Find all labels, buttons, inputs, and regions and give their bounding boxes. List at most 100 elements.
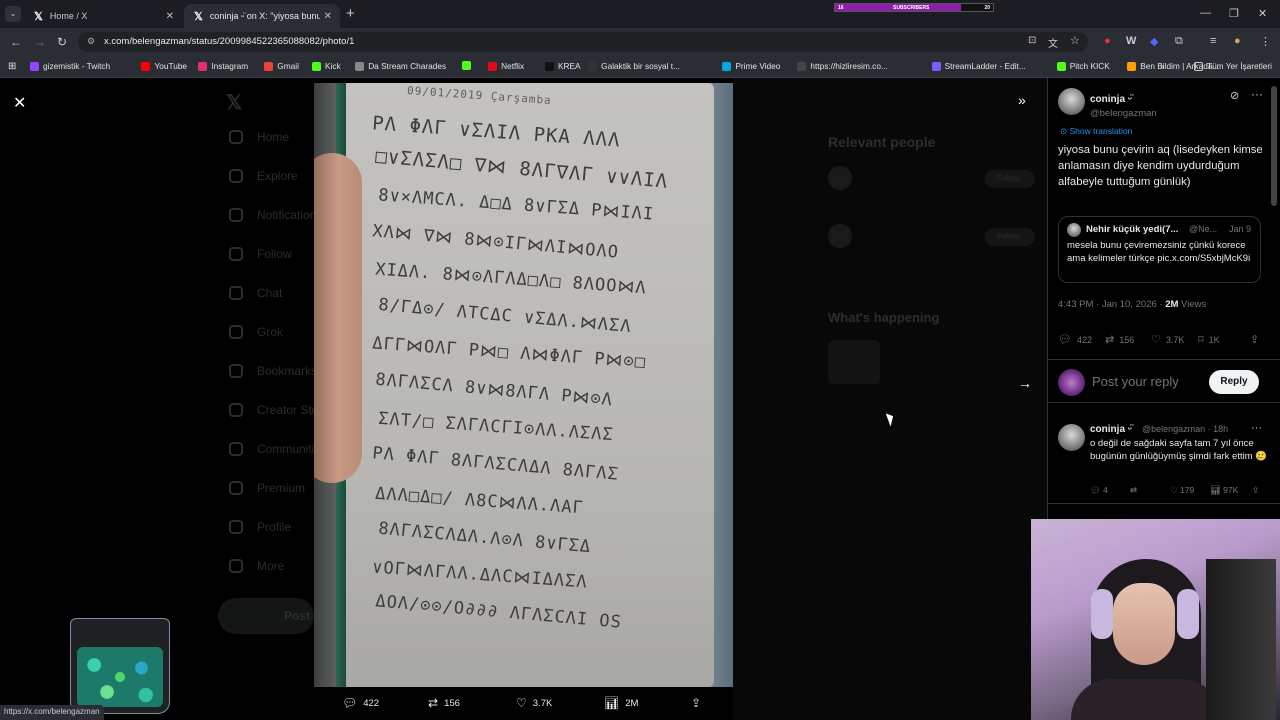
tweet-timestamp[interactable]: 4:43 PM · Jan 10, 2026 ·: [1058, 299, 1165, 310]
install-icon[interactable]: ⊡: [1028, 35, 1036, 46]
background-nav-item: Notifications: [229, 208, 322, 222]
netflix-icon: [488, 61, 498, 71]
bookmark-button[interactable]: ⌑ 1K: [1198, 333, 1220, 346]
reply-count: 422: [363, 697, 380, 709]
panel-scrollbar[interactable]: [1271, 86, 1277, 206]
tab-current-post[interactable]: 𝕏 coninja ᵕ̈ on X: "yiyosa bunu ç ✕: [184, 4, 340, 28]
bookmark-label: Netflix: [501, 61, 525, 71]
zk-icon: [588, 61, 598, 71]
bookmark-item[interactable]: https://hizliresim.co...: [797, 61, 888, 71]
translate-icon[interactable]: 文: [1048, 35, 1058, 50]
mask-icon: [355, 61, 365, 71]
gmail-icon: [264, 61, 274, 71]
photo-reply-button[interactable]: 💬︎ 422: [342, 696, 379, 710]
extension-blue-icon[interactable]: ◆: [1150, 35, 1158, 48]
profile-avatar-icon[interactable]: ●: [1234, 35, 1241, 47]
handwritten-line: 8∨×ΛΜCΛ. Δ□Δ 8∨ΓΣΔ Ρ⋈ΙΛΙ: [377, 185, 655, 225]
repost-icon: ⇄: [428, 696, 439, 710]
like-button[interactable]: ♡ 3.7K: [1151, 333, 1184, 346]
kick-icon: [1056, 61, 1066, 71]
reply-views-button[interactable]: 📊︎ 97K: [1210, 485, 1238, 496]
reply-input[interactable]: Post your reply: [1092, 374, 1179, 389]
bookmark-item[interactable]: Da Stream Charades: [355, 61, 446, 71]
reply-author-name[interactable]: coninja ᵕ̈: [1090, 424, 1132, 435]
media-icon[interactable]: ≡: [1210, 35, 1216, 47]
all-bookmarks-folder[interactable]: Tüm Yer İşaretleri: [1194, 61, 1272, 71]
bookmark-star-icon[interactable]: ☆: [1070, 34, 1080, 47]
reload-icon[interactable]: ↻: [57, 35, 67, 49]
quote-avatar: [1067, 223, 1081, 237]
bookmark-label: gizemistik - Twitch: [43, 61, 111, 71]
photo-share-button[interactable]: ⇪: [691, 696, 701, 710]
gaming-chair: [1206, 559, 1276, 720]
reply-tweet[interactable]: coninja ᵕ̈ @belengazman · 18h ··· o deği…: [1048, 414, 1280, 504]
close-icon[interactable]: ✕: [13, 93, 26, 113]
show-translation-link[interactable]: ⊙ Show translation: [1060, 126, 1132, 137]
reply-author-avatar[interactable]: [1058, 424, 1085, 451]
nav-label: Home: [257, 130, 290, 144]
reply-icon: 💬︎: [1058, 334, 1072, 346]
reply-reply-button[interactable]: 💬︎ 4: [1090, 485, 1108, 496]
more-bookmarks-icon[interactable]: »: [1160, 61, 1165, 71]
reply-submit-button[interactable]: Reply: [1209, 370, 1259, 394]
nav-label: Explore: [257, 169, 298, 183]
extensions-puzzle-icon[interactable]: ⧉: [1175, 35, 1183, 48]
nav-label: Profile: [257, 520, 292, 534]
reply-like-button[interactable]: ♡ 179: [1170, 485, 1194, 496]
maximize-icon[interactable]: ❐: [1229, 7, 1239, 20]
menu-kebab-icon[interactable]: ⋮: [1260, 35, 1271, 48]
nav-icon: [229, 247, 243, 261]
next-photo-icon[interactable]: →: [1018, 375, 1032, 391]
author-handle[interactable]: @belengazman: [1090, 108, 1157, 119]
diary-photo[interactable]: 09/01/2019 Çarşamba ΡΛ ΦΛΓ ∨ΣΛΙΛ ΡΚΑ ΛΛΛ…: [314, 83, 733, 687]
bookmark-item[interactable]: Pitch KICK: [1056, 61, 1110, 71]
h-icon: [797, 61, 807, 71]
back-icon[interactable]: ←: [10, 35, 22, 49]
folder-icon: [1194, 61, 1203, 71]
reply-repost-button[interactable]: ⇄: [1130, 485, 1137, 496]
photo-like-button[interactable]: ♡ 3.7K: [516, 696, 552, 710]
bookmark-item[interactable]: gizemistik - Twitch: [30, 61, 110, 71]
url-text[interactable]: x.com/belengazman/status/200998452236508…: [104, 36, 354, 47]
bookmark-item[interactable]: StreamLadder - Edit...: [931, 61, 1026, 71]
tweet-views-label: Views: [1178, 299, 1207, 310]
reply-share-button[interactable]: ⇪: [1252, 485, 1259, 496]
extension-w-icon[interactable]: W: [1126, 35, 1136, 47]
tab-home-x[interactable]: 𝕏 Home / X ✕: [24, 4, 182, 28]
browser-toolbar: ← → ↻ ⚙ x.com/belengazman/status/2009984…: [0, 28, 1280, 56]
quote-tweet[interactable]: Nehir küçük yedi(7... @Ne... Jan 9 mesel…: [1058, 216, 1261, 283]
forward-icon[interactable]: →: [34, 35, 46, 49]
close-tab-icon[interactable]: ✕: [166, 11, 174, 22]
more-options-icon[interactable]: ···: [1251, 422, 1262, 434]
site-info-icon[interactable]: ⚙: [87, 36, 95, 47]
bookmark-item[interactable]: Instagram: [198, 61, 248, 71]
minimize-icon[interactable]: —: [1200, 7, 1211, 19]
avatar: [828, 166, 852, 190]
apps-grid-icon[interactable]: ⊞: [8, 61, 16, 72]
bookmark-item[interactable]: Kick: [312, 61, 341, 71]
repost-button[interactable]: ⇄ 156: [1105, 333, 1134, 346]
share-button[interactable]: ⇪: [1250, 333, 1259, 346]
bookmark-item[interactable]: YouTube: [141, 61, 187, 71]
new-tab-button[interactable]: +: [346, 5, 355, 22]
reply-button[interactable]: 💬︎ 422: [1058, 333, 1092, 346]
quote-author-name: Nehir küçük yedi(7...: [1086, 224, 1179, 235]
photo-views-button[interactable]: 📊︎ 2M: [604, 696, 638, 710]
close-tab-icon[interactable]: ✕: [324, 11, 332, 22]
more-options-icon[interactable]: ···: [1251, 87, 1263, 101]
grok-icon[interactable]: ⊘: [1230, 89, 1239, 102]
bookmark-item[interactable]: Galaktik bir sosyal t...: [588, 61, 680, 71]
bookmark-item[interactable]: Prime Video: [722, 61, 780, 71]
background-nav-item: Chat: [229, 286, 282, 300]
bookmark-item[interactable]: Netflix: [488, 61, 524, 71]
bookmark-item[interactable]: KREA: [544, 61, 581, 71]
extension-red-icon[interactable]: ●: [1104, 35, 1111, 47]
author-avatar[interactable]: [1058, 88, 1085, 115]
bookmark-item[interactable]: [462, 61, 475, 70]
bookmark-item[interactable]: Gmail: [264, 61, 299, 71]
expand-panel-icon[interactable]: »: [1018, 92, 1026, 108]
photo-repost-button[interactable]: ⇄ 156: [428, 696, 460, 710]
tab-search-icon[interactable]: ⌄: [5, 6, 21, 22]
address-bar[interactable]: ⚙ x.com/belengazman/status/2009984522365…: [78, 32, 1088, 52]
close-window-icon[interactable]: ✕: [1258, 7, 1267, 20]
